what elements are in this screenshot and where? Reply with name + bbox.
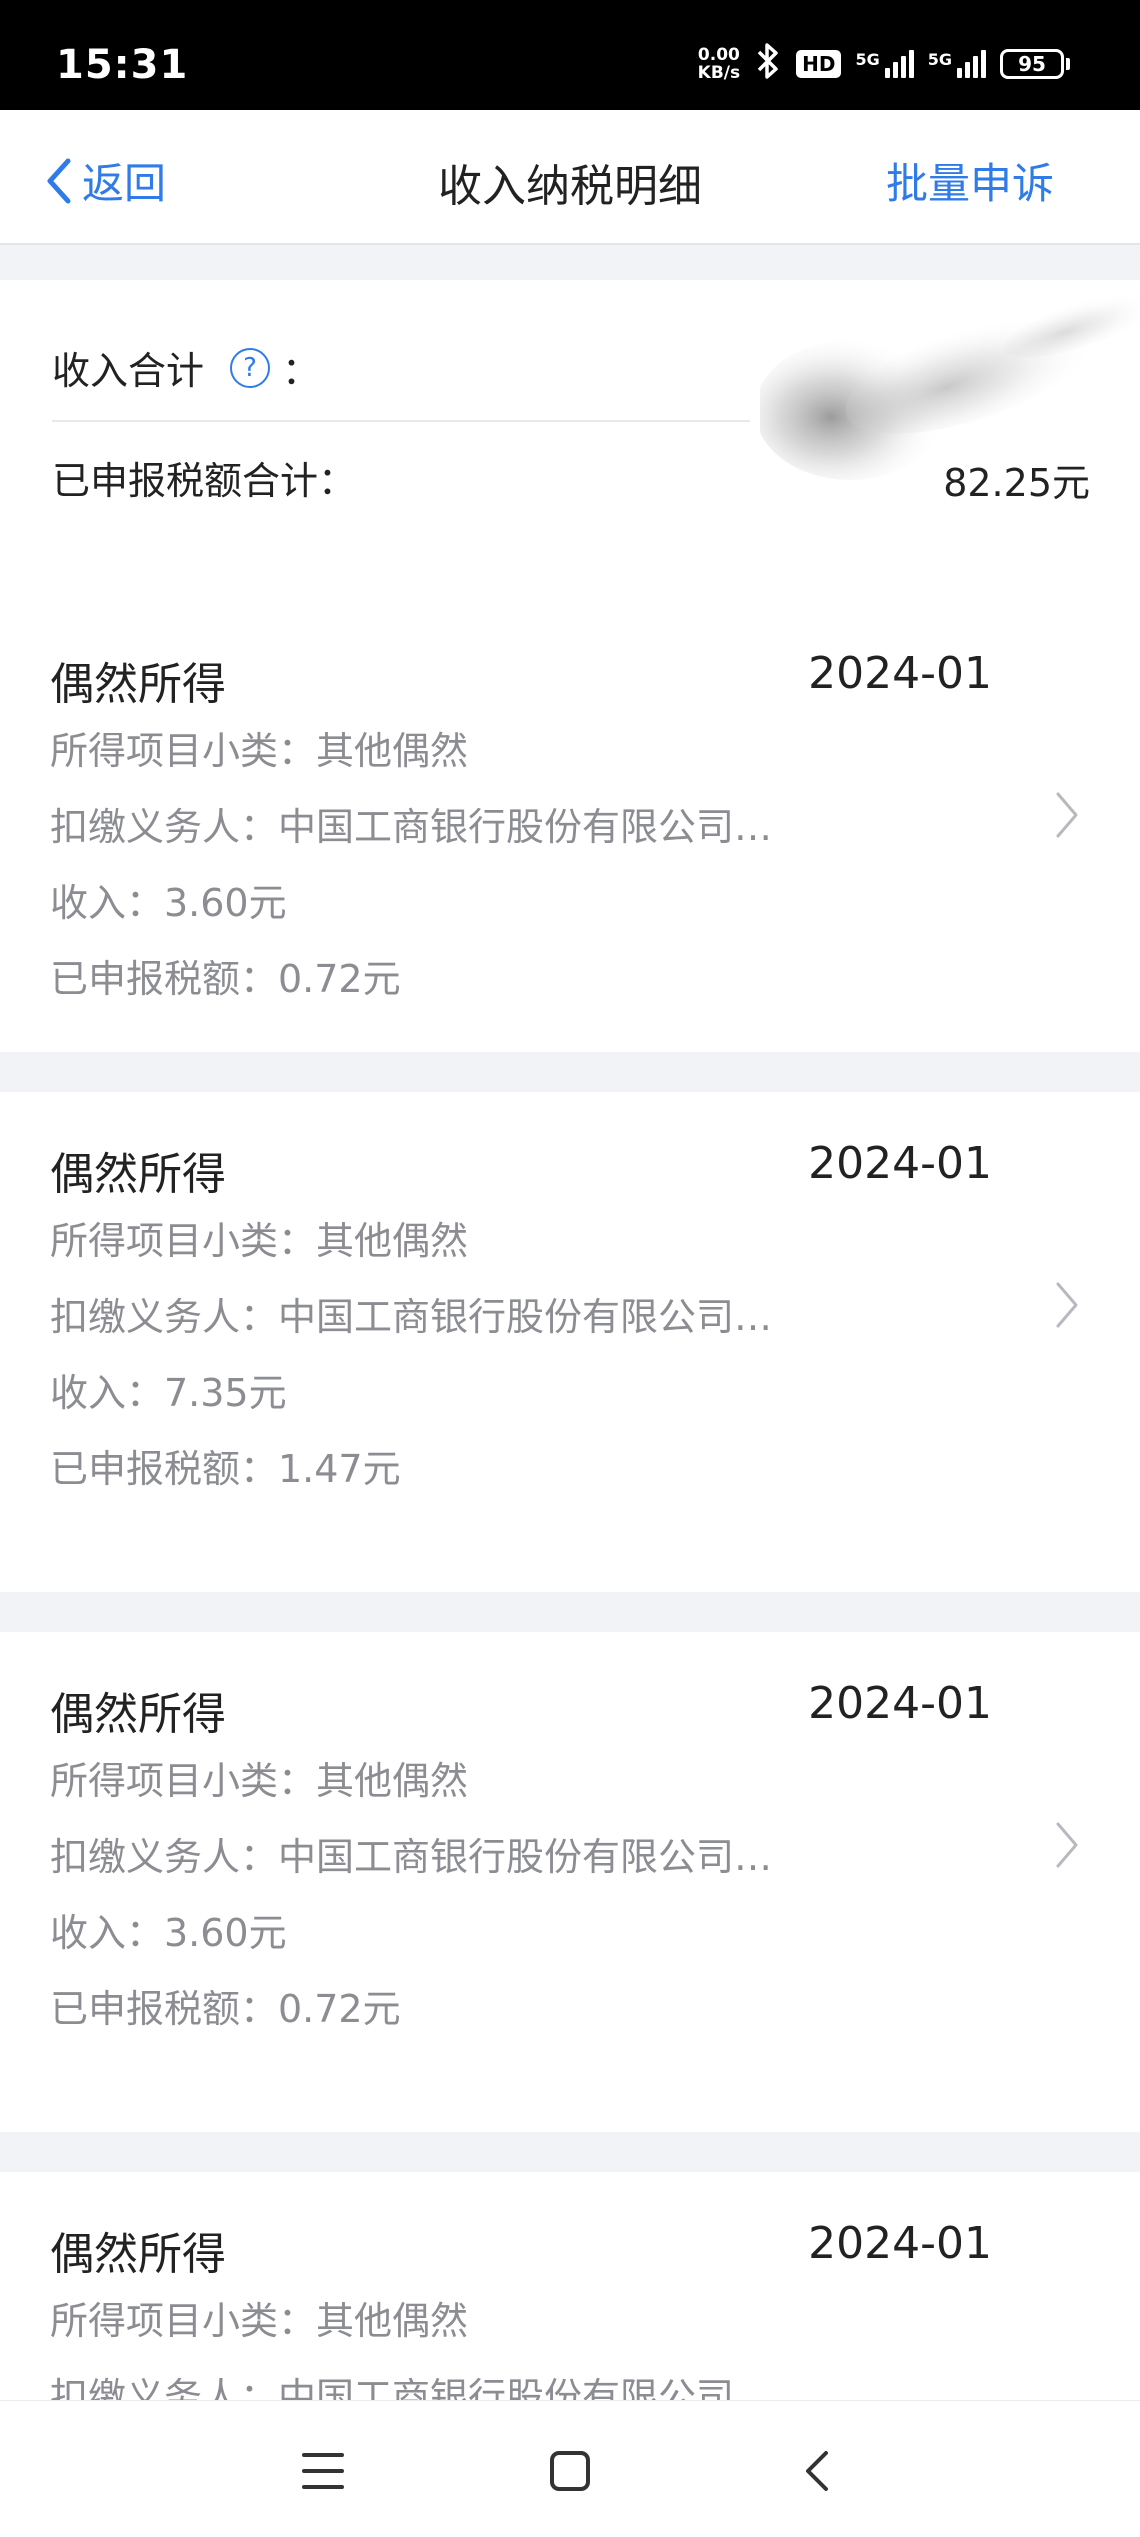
record-title: 偶然所得 xyxy=(50,1689,226,1740)
record-withholder: 扣缴义务人：中国工商银行股份有限公司… xyxy=(50,805,773,849)
menu-icon[interactable] xyxy=(300,2449,346,2493)
record-title: 偶然所得 xyxy=(50,659,226,710)
summary-panel: 收入合计 ? ： 已申报税额合计： 82.25元 xyxy=(0,280,1140,540)
signal-bar xyxy=(908,50,914,78)
system-nav-bar xyxy=(0,2400,1140,2537)
question-circle-icon[interactable]: ? xyxy=(230,347,271,388)
status-bar: 15:31 0.00 KB/s HD 5G 5G 95 xyxy=(0,0,1140,110)
income-total-row: 收入合计 ? ： xyxy=(52,340,320,395)
bluetooth-icon xyxy=(754,42,782,86)
signal-bar xyxy=(973,56,978,78)
network-speed-unit: KB/s xyxy=(697,63,741,83)
redaction-smudge xyxy=(760,292,1140,480)
signal-strength-icon: 5G xyxy=(855,50,914,78)
back-arrow-icon[interactable] xyxy=(802,2449,832,2493)
record-subcategory: 所得项目小类：其他偶然 xyxy=(50,2299,469,2343)
signal-bar xyxy=(965,62,970,78)
status-time: 15:31 xyxy=(56,42,189,88)
chevron-right-icon xyxy=(1056,1282,1078,1328)
record-subcategory: 所得项目小类：其他偶然 xyxy=(50,729,469,773)
chevron-right-icon xyxy=(1056,1822,1078,1868)
record-title: 偶然所得 xyxy=(50,1149,226,1200)
record-income: 收入：7.35元 xyxy=(50,1371,287,1415)
record-period: 2024-01 xyxy=(808,1678,992,1729)
status-indicators: 0.00 KB/s HD 5G 5G 95 xyxy=(698,42,1070,86)
record-period: 2024-01 xyxy=(808,648,992,699)
income-record-card[interactable]: 偶然所得 2024-01 所得项目小类：其他偶然扣缴义务人：中国工商银行股份有限公司… xyxy=(0,1092,1140,1592)
record-title: 偶然所得 xyxy=(50,2229,226,2280)
batch-appeal-button[interactable]: 批量申诉 xyxy=(886,150,1054,211)
nav-bar: 返回 收入纳税明细 批量申诉 xyxy=(0,110,1140,245)
signal-type-label: 5G xyxy=(855,50,880,69)
hd-voice-icon: HD xyxy=(796,50,842,78)
home-square-icon[interactable] xyxy=(548,2449,592,2493)
signal-bar xyxy=(884,68,890,78)
record-subcategory: 所得项目小类：其他偶然 xyxy=(50,1759,469,1803)
record-tax: 已申报税额：0.72元 xyxy=(50,957,401,1001)
record-subcategory: 所得项目小类：其他偶然 xyxy=(50,1219,469,1263)
signal-bar xyxy=(981,50,986,78)
signal-strength-icon: 5G xyxy=(928,50,986,78)
income-record-card[interactable]: 偶然所得 2024-01 所得项目小类：其他偶然 扣缴义务人：中国工商银行股份有限公司… xyxy=(0,2172,1140,2419)
record-period: 2024-01 xyxy=(808,2218,992,2269)
signal-bar xyxy=(892,62,898,78)
signal-bar xyxy=(957,68,962,78)
network-speed-value: 0.00 xyxy=(697,45,740,65)
record-withholder: 扣缴义务人：中国工商银行股份有限公司… xyxy=(50,1835,773,1879)
signal-type-label: 5G xyxy=(927,50,952,69)
network-speed: 0.00 KB/s xyxy=(698,46,740,82)
tax-total-label: 已申报税额合计： xyxy=(52,459,357,503)
income-record-card[interactable]: 偶然所得 2024-01 所得项目小类：其他偶然扣缴义务人：中国工商银行股份有限公司… xyxy=(0,540,1140,1052)
income-total-label: 收入合计 xyxy=(52,349,205,393)
record-tax: 已申报税额：1.47元 xyxy=(50,1447,401,1491)
record-period: 2024-01 xyxy=(808,1138,992,1189)
income-record-card[interactable]: 偶然所得 2024-01 所得项目小类：其他偶然扣缴义务人：中国工商银行股份有限公司… xyxy=(0,1632,1140,2132)
summary-divider xyxy=(52,420,750,422)
back-button[interactable]: 返回 xyxy=(44,150,166,211)
chevron-left-icon xyxy=(47,158,71,203)
income-total-colon: ： xyxy=(282,349,321,393)
chevron-right-icon xyxy=(1056,792,1078,838)
battery-level: 95 xyxy=(1000,49,1064,79)
signal-bar xyxy=(900,56,906,78)
record-income: 收入：3.60元 xyxy=(50,881,287,925)
record-withholder: 扣缴义务人：中国工商银行股份有限公司… xyxy=(50,1295,773,1339)
record-tax: 已申报税额：0.72元 xyxy=(50,1987,401,2031)
battery-icon: 95 xyxy=(1000,49,1070,79)
back-label: 返回 xyxy=(82,159,167,208)
battery-tip xyxy=(1066,58,1070,70)
record-income: 收入：3.60元 xyxy=(50,1911,287,1955)
